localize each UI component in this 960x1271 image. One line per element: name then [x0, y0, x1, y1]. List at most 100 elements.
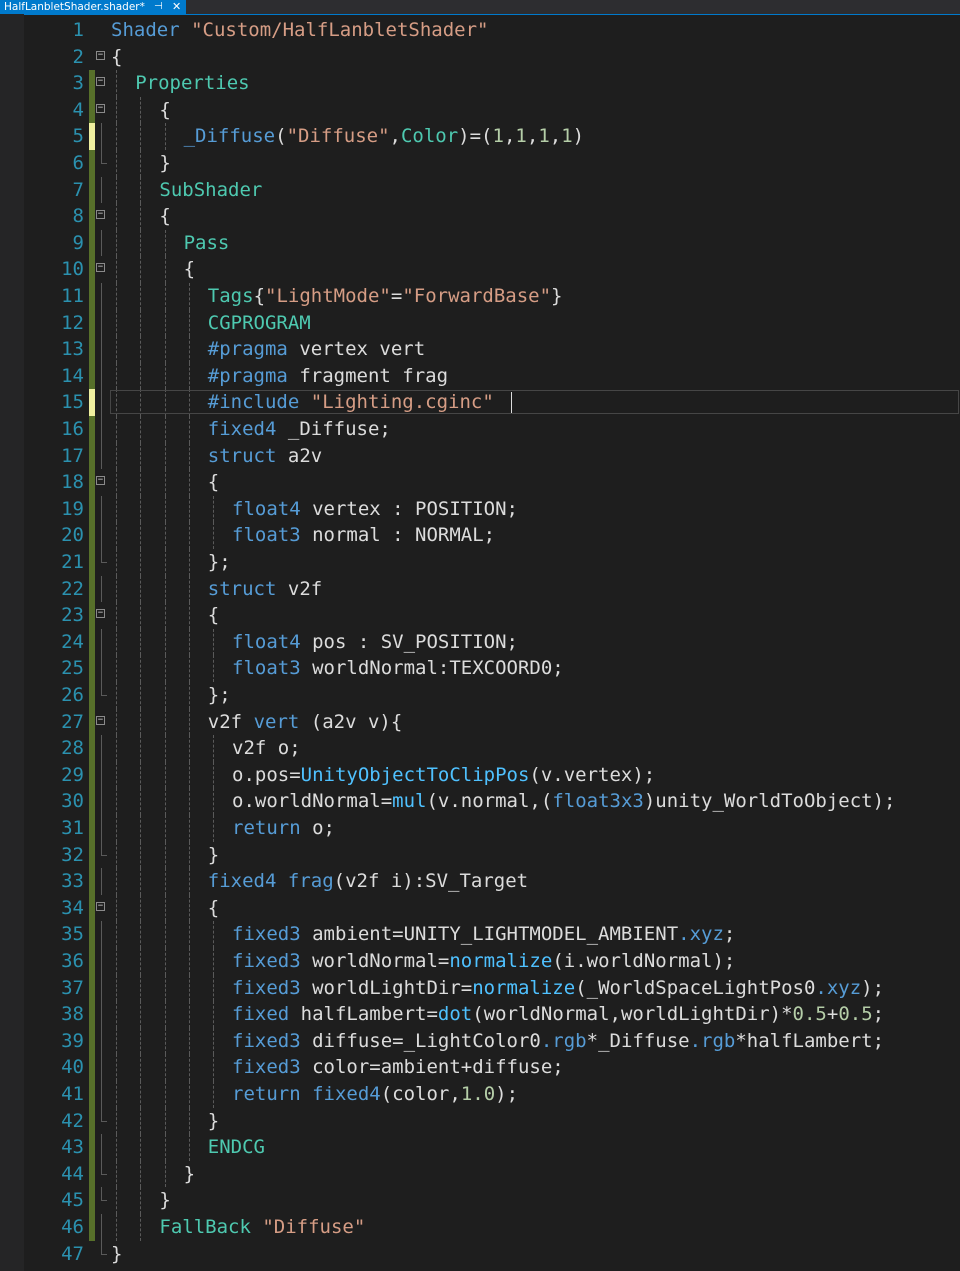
code-line[interactable]: 21}; [0, 549, 960, 576]
code-text[interactable]: { [159, 97, 170, 124]
collapse-icon[interactable]: − [96, 901, 105, 911]
code-line[interactable]: 8 − { [0, 203, 960, 230]
code-line[interactable]: 46 FallBack "Diffuse" [0, 1214, 960, 1241]
code-text[interactable]: { [208, 602, 219, 629]
code-text[interactable]: fixed3 worldLightDir=normalize(_WorldSpa… [232, 975, 884, 1002]
code-line[interactable]: 12 CGPROGRAM [0, 309, 960, 337]
code-text[interactable]: #include "Lighting.cginc" [208, 389, 494, 416]
code-line[interactable]: 20 float3 normal : NORMAL; [0, 522, 960, 549]
code-line[interactable]: 18 − { [0, 469, 960, 496]
code-text[interactable]: Tags{"LightMode"="ForwardBase"} [208, 283, 563, 310]
code-text[interactable]: { [208, 469, 219, 496]
code-line[interactable]: 7 SubShader [0, 176, 960, 204]
code-text[interactable]: { [159, 203, 170, 230]
code-line[interactable]: 2 −{ [0, 44, 960, 71]
code-line[interactable]: 44} [0, 1160, 960, 1188]
code-text[interactable]: }; [208, 549, 231, 576]
code-line[interactable]: 38 fixed halfLambert=dot(worldNormal,worl… [0, 1001, 960, 1028]
code-line[interactable]: 31 return o; [0, 815, 960, 842]
code-line[interactable]: 47} [0, 1240, 960, 1268]
tab-halflanbletshader[interactable]: HalfLanbletShader.shader* ⊣ ✕ [0, 0, 186, 14]
code-line[interactable]: 37 fixed3 worldLightDir=normalize(_WorldS… [0, 974, 960, 1002]
collapse-icon[interactable]: − [96, 210, 105, 220]
code-text[interactable]: v2f vert (a2v v){ [208, 709, 402, 736]
code-text[interactable]: } [208, 1108, 219, 1135]
code-line[interactable]: 30 o.worldNormal=mul(v.normal,(float3x3)u… [0, 788, 960, 815]
code-line[interactable]: 39 fixed3 diffuse=_LightColor0.rgb*_Diffu… [0, 1027, 960, 1055]
code-text[interactable]: return fixed4(color,1.0); [232, 1081, 518, 1108]
collapse-icon[interactable]: − [96, 77, 105, 87]
code-line[interactable]: 19 float4 vertex : POSITION; [0, 495, 960, 523]
collapse-icon[interactable]: − [96, 609, 105, 619]
code-line[interactable]: 5 _Diffuse("Diffuse",Color)=(1,1,1,1) [0, 123, 960, 150]
code-text[interactable]: fixed3 diffuse=_LightColor0.rgb*_Diffuse… [232, 1028, 884, 1055]
code-text[interactable]: fixed halfLambert=dot(worldNormal,worldL… [232, 1001, 884, 1028]
code-text[interactable]: ENDCG [208, 1134, 265, 1161]
code-text[interactable]: } [159, 150, 170, 177]
code-line[interactable]: 41 return fixed4(color,1.0); [0, 1081, 960, 1108]
code-line[interactable]: 15 #include "Lighting.cginc" [0, 389, 960, 416]
code-line[interactable]: 16 fixed4 _Diffuse; [0, 416, 960, 443]
code-line[interactable]: 29 o.pos=UnityObjectToClipPos(v.vertex); [0, 761, 960, 789]
code-text[interactable]: } [184, 1161, 195, 1188]
close-icon[interactable]: ✕ [172, 0, 181, 14]
code-text[interactable]: o.worldNormal=mul(v.normal,(float3x3)uni… [232, 788, 896, 815]
code-text[interactable]: fixed3 ambient=UNITY_LIGHTMODEL_AMBIENT.… [232, 921, 735, 948]
code-text[interactable]: struct a2v [208, 443, 322, 470]
code-line[interactable]: 4 − { [0, 96, 960, 124]
code-text[interactable]: struct v2f [208, 576, 322, 603]
code-line[interactable]: 11 Tags{"LightMode"="ForwardBase"} [0, 283, 960, 310]
code-line[interactable]: 33 fixed4 frag(v2f i):SV_Target [0, 868, 960, 895]
code-line[interactable]: 43 ENDCG [0, 1134, 960, 1161]
code-text[interactable]: { [208, 895, 219, 922]
code-text[interactable]: Pass [184, 230, 230, 257]
code-text[interactable]: { [111, 44, 122, 71]
code-line[interactable]: 28 v2f o; [0, 735, 960, 762]
code-text[interactable]: FallBack "Diffuse" [159, 1214, 365, 1241]
code-line[interactable]: 35 fixed3 ambient=UNITY_LIGHTMODEL_AMBIEN… [0, 921, 960, 948]
code-line[interactable]: 14 #pragma fragment frag [0, 362, 960, 390]
code-text[interactable]: SubShader [159, 177, 262, 204]
code-line[interactable]: 26}; [0, 682, 960, 709]
code-text[interactable]: fixed3 color=ambient+diffuse; [232, 1054, 564, 1081]
collapse-icon[interactable]: − [96, 50, 105, 60]
code-line[interactable]: 25 float3 worldNormal:TEXCOORD0; [0, 655, 960, 682]
code-line[interactable]: 45} [0, 1187, 960, 1214]
code-line[interactable]: 36 fixed3 worldNormal=normalize(i.worldNo… [0, 948, 960, 975]
code-line[interactable]: 24 float4 pos : SV_POSITION; [0, 628, 960, 656]
code-line[interactable]: 10 − { [0, 256, 960, 283]
code-text[interactable]: CGPROGRAM [208, 310, 311, 337]
code-line[interactable]: 32} [0, 841, 960, 869]
code-text[interactable]: float3 normal : NORMAL; [232, 522, 495, 549]
code-line[interactable]: 1 Shader "Custom/HalfLanbletShader" [0, 17, 960, 44]
code-line[interactable]: 9 Pass [0, 229, 960, 257]
collapse-icon[interactable]: − [96, 103, 105, 113]
code-text[interactable]: return o; [232, 815, 335, 842]
code-text[interactable]: } [159, 1187, 170, 1214]
collapse-icon[interactable]: − [96, 715, 105, 725]
code-text[interactable]: fixed4 frag(v2f i):SV_Target [208, 868, 528, 895]
code-text[interactable]: float4 pos : SV_POSITION; [232, 629, 518, 656]
tab-title[interactable]: HalfLanbletShader.shader* [4, 0, 145, 14]
code-text[interactable]: float4 vertex : POSITION; [232, 496, 518, 523]
code-line[interactable]: 40 fixed3 color=ambient+diffuse; [0, 1054, 960, 1081]
code-text[interactable]: v2f o; [232, 735, 301, 762]
code-line[interactable]: 23 − { [0, 602, 960, 629]
code-line[interactable]: 13 #pragma vertex vert [0, 336, 960, 363]
code-text[interactable]: #pragma vertex vert [208, 336, 425, 363]
code-text[interactable]: { [184, 256, 195, 283]
code-line[interactable]: 42} [0, 1107, 960, 1135]
code-text[interactable]: Shader "Custom/HalfLanbletShader" [111, 17, 489, 44]
pin-icon[interactable]: ⊣ [154, 0, 163, 14]
code-line[interactable]: 3 − Properties [0, 70, 960, 97]
code-line[interactable]: 6} [0, 150, 960, 177]
code-text[interactable]: fixed4 _Diffuse; [208, 416, 391, 443]
code-text[interactable]: } [111, 1241, 122, 1268]
code-text[interactable]: Properties [135, 70, 249, 97]
code-text[interactable]: } [208, 842, 219, 869]
code-text[interactable]: #pragma fragment frag [208, 363, 448, 390]
code-text[interactable]: float3 worldNormal:TEXCOORD0; [232, 655, 564, 682]
code-text[interactable]: }; [208, 682, 231, 709]
collapse-icon[interactable]: − [96, 476, 105, 486]
code-line[interactable]: 27 − v2f vert (a2v v){ [0, 708, 960, 736]
